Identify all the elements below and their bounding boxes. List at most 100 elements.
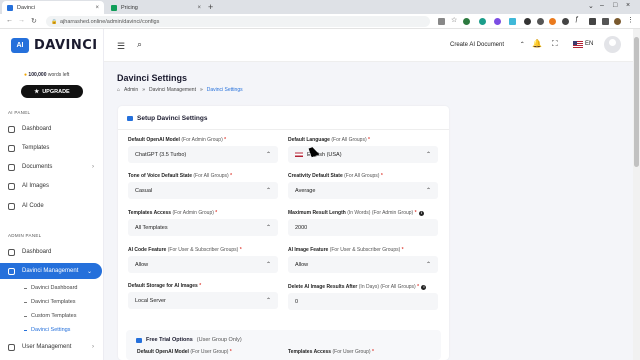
sidebar-item-davinci-management[interactable]: Davinci Management ⌄ xyxy=(0,263,102,279)
upgrade-button[interactable]: ★ UPGRADE xyxy=(21,85,83,98)
dash-icon xyxy=(24,329,27,331)
url-field[interactable]: 🔒 ajharrashed.online/admin/davinci/confi… xyxy=(46,16,430,27)
forward-icon[interactable]: → xyxy=(18,17,25,24)
sub-item-davinci-templates[interactable]: Davinci Templates xyxy=(24,299,76,305)
minimize-icon[interactable]: – xyxy=(600,2,604,9)
back-icon[interactable]: ← xyxy=(6,17,13,24)
sidebar-item-ai-code[interactable]: AI Code xyxy=(0,198,104,214)
bell-icon[interactable]: 🔔 xyxy=(532,39,542,48)
gift-icon xyxy=(136,337,142,343)
dash-icon xyxy=(24,301,27,303)
breadcrumb-separator: » xyxy=(199,87,203,93)
extension-icon[interactable] xyxy=(562,18,569,25)
hamburger-icon[interactable]: ☰ xyxy=(117,41,125,52)
menu-dots-icon[interactable]: ⋮ xyxy=(627,16,634,24)
required-mark: * xyxy=(401,247,404,253)
search-icon[interactable]: ⌕ xyxy=(137,39,142,50)
extension-icon[interactable] xyxy=(479,18,486,25)
chevron-up-icon: ⌃ xyxy=(425,152,431,158)
ai-code-feature-select[interactable]: Allow ⌃ xyxy=(128,256,278,273)
sidebar-item-templates[interactable]: Templates xyxy=(0,140,104,156)
sidebar-item-label: Davinci Management xyxy=(22,268,79,274)
reload-icon[interactable]: ↻ xyxy=(31,17,37,25)
sub-item-davinci-dashboard[interactable]: Davinci Dashboard xyxy=(24,285,77,291)
sidebar-item-label: Templates xyxy=(22,145,50,151)
settings-card: Setup Davinci Settings Default OpenAI Mo… xyxy=(118,106,449,360)
dashboard-icon xyxy=(8,248,15,256)
tab-title: Davinci xyxy=(17,4,36,11)
new-tab-icon[interactable]: + xyxy=(208,2,213,12)
fullscreen-icon[interactable]: ⛶ xyxy=(552,39,558,49)
close-icon[interactable]: × xyxy=(197,5,201,11)
scrollbar[interactable] xyxy=(633,29,640,360)
required-mark: * xyxy=(230,173,233,179)
sub-item-davinci-settings[interactable]: Davinci Settings xyxy=(24,327,70,333)
openai-model-label: Default OpenAI Model (For Admin Group) * xyxy=(128,137,226,143)
extension-icon[interactable] xyxy=(494,18,501,25)
creativity-select[interactable]: Average ⌃ xyxy=(288,182,438,199)
sidebar-item-user-management[interactable]: User Management › xyxy=(0,339,104,355)
puzzle-icon[interactable] xyxy=(589,18,596,25)
sub-item-label: Davinci Settings xyxy=(31,327,71,333)
create-ai-document-button[interactable]: Create AI Document ⌃ xyxy=(450,41,525,48)
sidebar-item-ai-images[interactable]: AI Images xyxy=(0,178,104,194)
templates-access-select[interactable]: All Templates ⌃ xyxy=(128,219,278,236)
maximize-icon[interactable]: □ xyxy=(613,2,617,9)
avatar[interactable] xyxy=(604,36,621,53)
sidebar-item-label: Documents xyxy=(22,164,53,170)
select-value: Casual xyxy=(135,187,153,194)
chevron-down-icon[interactable]: ⌄ xyxy=(588,2,594,10)
ai-image-feature-select[interactable]: Allow ⌃ xyxy=(288,256,438,273)
openai-model-select[interactable]: ChatGPT (3.5 Turbo) ⌃ xyxy=(128,146,278,163)
language-selector[interactable]: EN xyxy=(585,41,593,47)
share-icon[interactable] xyxy=(438,18,445,25)
default-storage-select[interactable]: Local Server ⌃ xyxy=(128,292,278,309)
extension-icon[interactable] xyxy=(524,18,531,25)
close-window-icon[interactable]: × xyxy=(626,2,630,9)
profile-icon[interactable] xyxy=(614,18,621,25)
function-icon[interactable]: ƒ xyxy=(575,16,582,23)
sidebar-item-dashboard[interactable]: Dashboard xyxy=(0,121,104,137)
delete-ai-image-input[interactable]: 0 xyxy=(288,293,438,310)
sub-item-custom-templates[interactable]: Custom Templates xyxy=(24,313,76,319)
info-icon[interactable]: i xyxy=(418,211,424,216)
tone-of-voice-label: Tone of Voice Default State (For All Gro… xyxy=(128,173,232,179)
card-title: Setup Davinci Settings xyxy=(127,115,207,122)
logo[interactable]: AI DAVINCI xyxy=(11,38,98,53)
breadcrumb-admin[interactable]: Admin xyxy=(124,87,138,93)
scrollbar-thumb[interactable] xyxy=(634,37,639,167)
required-mark: * xyxy=(199,283,202,289)
tab-davinci[interactable]: Davinci × xyxy=(2,1,104,14)
extension-icon[interactable] xyxy=(509,18,516,25)
ai-code-feature-label: AI Code Feature (For User & Subscriber G… xyxy=(128,247,242,253)
extension-icon[interactable] xyxy=(537,18,544,25)
label-text: Default Language xyxy=(288,137,330,143)
select-value: All Templates xyxy=(135,224,168,231)
info-icon[interactable]: i xyxy=(421,285,427,290)
delete-ai-image-label: Delete AI Image Results After (In Days) … xyxy=(288,284,427,290)
breadcrumb-davinci-management[interactable]: Davinci Management xyxy=(149,87,196,93)
chevron-right-icon: › xyxy=(92,344,94,350)
chevron-up-icon: ⌃ xyxy=(265,188,271,194)
sidebar-item-documents[interactable]: Documents › xyxy=(0,159,104,175)
label-hint: (For User & Subscriber Groups) xyxy=(329,247,401,253)
input-value: 2000 xyxy=(295,224,308,231)
star-icon[interactable]: ☆ xyxy=(451,16,458,24)
admin-panel-heading: ADMIN PANEL xyxy=(8,233,42,238)
tone-of-voice-select[interactable]: Casual ⌃ xyxy=(128,182,278,199)
required-mark: * xyxy=(380,173,383,179)
sub-item-label: Davinci Templates xyxy=(31,299,76,305)
extension-icon[interactable] xyxy=(463,18,470,25)
chevron-up-icon: ⌃ xyxy=(265,152,271,158)
close-icon[interactable]: × xyxy=(95,5,99,11)
extension-icon[interactable] xyxy=(549,18,556,25)
sidepanel-icon[interactable] xyxy=(602,18,609,25)
required-mark: * xyxy=(414,210,417,216)
dash-icon xyxy=(24,315,27,317)
sidebar-item-admin-dashboard[interactable]: Dashboard xyxy=(0,244,104,260)
tab-pricing[interactable]: Pricing × xyxy=(106,1,206,14)
us-flag-icon[interactable] xyxy=(573,41,583,48)
home-icon[interactable]: ⌂ xyxy=(117,87,120,93)
management-icon xyxy=(8,267,15,275)
max-result-length-input[interactable]: 2000 xyxy=(288,219,438,236)
